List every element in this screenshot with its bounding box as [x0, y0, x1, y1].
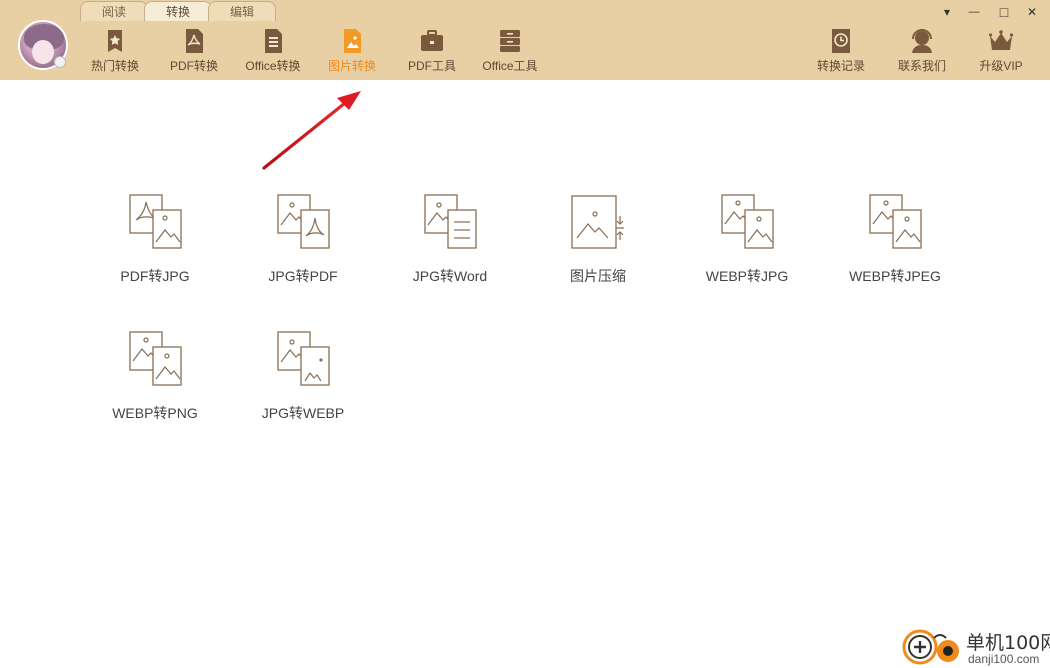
- briefcase-icon: [421, 30, 443, 51]
- nav-contact-us[interactable]: 联系我们: [892, 28, 952, 76]
- watermark-name: 单机100网: [966, 632, 1050, 654]
- nav-label: PDF转换: [169, 59, 218, 73]
- nav-label: 联系我们: [897, 59, 946, 73]
- nav-label: 图片转换: [327, 59, 376, 73]
- status-badge: [54, 56, 66, 68]
- tool-jpg-to-word[interactable]: JPG转Word: [380, 192, 520, 302]
- tool-label: PDF转JPG: [120, 268, 190, 284]
- nav-office-convert[interactable]: Office转换: [240, 28, 306, 76]
- image-icon: [344, 29, 361, 53]
- close-button[interactable]: ✕: [1024, 4, 1040, 20]
- pdf-icon: [186, 29, 203, 53]
- tool-webp-to-png[interactable]: WEBP转PNG: [85, 329, 225, 439]
- nav-label: 升级VIP: [979, 59, 1023, 73]
- minimize-button[interactable]: —: [966, 4, 982, 20]
- tool-jpg-to-webp[interactable]: JPG转WEBP: [233, 329, 373, 439]
- tool-image-compress[interactable]: 图片压缩: [528, 192, 668, 302]
- webp-to-image-icon: [869, 194, 922, 249]
- tab-convert[interactable]: 转换: [144, 1, 212, 21]
- star-icon: [108, 30, 122, 52]
- tool-jpg-to-pdf[interactable]: JPG转PDF: [233, 192, 373, 302]
- nav-label: Office工具: [482, 59, 538, 73]
- nav-pdf-tools[interactable]: PDF工具: [402, 28, 462, 76]
- nav-convert-history[interactable]: 转换记录: [812, 28, 870, 76]
- nav-label: 转换记录: [816, 59, 865, 73]
- tool-label: 图片压缩: [570, 268, 626, 284]
- image-to-webp-icon: [277, 331, 330, 386]
- clock-icon: [832, 29, 850, 53]
- nav-label: Office转换: [245, 59, 301, 73]
- watermark-url: danji100.com: [968, 652, 1040, 666]
- tool-webp-to-jpeg[interactable]: WEBP转JPEG: [825, 192, 965, 302]
- crown-icon: [989, 30, 1013, 50]
- tool-pdf-to-jpg[interactable]: PDF转JPG: [85, 192, 225, 302]
- tool-label: JPG转WEBP: [261, 405, 345, 421]
- site-logo-icon: [902, 629, 959, 665]
- webp-to-image-icon: [129, 331, 182, 386]
- document-icon: [265, 29, 282, 53]
- image-to-word-icon: [424, 194, 477, 249]
- watermark: 单机100网 danji100.com: [900, 624, 1050, 668]
- tool-label: WEBP转JPEG: [849, 268, 941, 284]
- headset-icon: [912, 29, 932, 53]
- image-compress-icon: [571, 195, 624, 249]
- tool-label: JPG转PDF: [268, 268, 338, 284]
- title-bar: 阅读 转换 编辑 热门转换 PDF转换 Office转换 图片转换 PDF工具 …: [0, 0, 1050, 80]
- nav-label: PDF工具: [407, 59, 456, 73]
- image-to-pdf-icon: [277, 194, 330, 249]
- nav-pdf-convert[interactable]: PDF转换: [164, 28, 224, 76]
- pdf-to-image-icon: [129, 194, 182, 249]
- menu-dropdown-icon[interactable]: ▾: [939, 4, 955, 20]
- tool-label: WEBP转JPG: [705, 268, 789, 284]
- nav-image-convert[interactable]: 图片转换: [322, 28, 382, 76]
- maximize-button[interactable]: □: [996, 4, 1012, 20]
- tool-webp-to-jpg[interactable]: WEBP转JPG: [677, 192, 817, 302]
- nav-label: 热门转换: [90, 59, 139, 73]
- webp-to-image-icon: [721, 194, 774, 249]
- nav-upgrade-vip[interactable]: 升级VIP: [974, 28, 1028, 76]
- tab-read[interactable]: 阅读: [80, 1, 148, 21]
- nav-office-tools[interactable]: Office工具: [478, 28, 542, 76]
- tool-label: JPG转Word: [412, 268, 488, 284]
- tool-label: WEBP转PNG: [112, 405, 198, 421]
- tab-edit[interactable]: 编辑: [208, 1, 276, 21]
- drawer-icon: [500, 30, 520, 52]
- nav-hot-convert[interactable]: 热门转换: [82, 28, 148, 76]
